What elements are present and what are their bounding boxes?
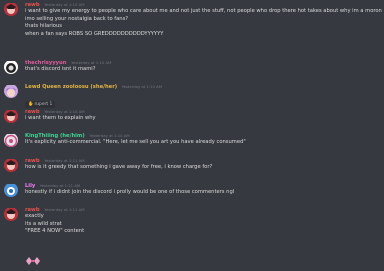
message-text: thats hilarious bbox=[25, 23, 62, 30]
reaction-label: rupert bbox=[34, 102, 49, 107]
chat-messages: rawb Yesterday at 1:10 AM i want to give… bbox=[0, 0, 384, 271]
wave-emoji-icon: ✋ bbox=[28, 102, 34, 107]
avatar[interactable] bbox=[4, 183, 18, 197]
timestamp: Yesterday at 1:10 AM bbox=[44, 109, 85, 114]
timestamp: Yesterday at 1:11 AM bbox=[44, 207, 85, 212]
message-text: when a fan says ROBS SO GREDDDDDDDDDDYYY… bbox=[25, 30, 164, 37]
message-text: exactly bbox=[25, 213, 44, 219]
reaction-button[interactable]: ✋rupert 1 bbox=[25, 101, 56, 108]
message-text: its a wild strat bbox=[25, 220, 62, 227]
message-text: honestly if i didnt join the discord i p… bbox=[25, 189, 235, 195]
avatar[interactable] bbox=[4, 84, 18, 98]
message-text: "FREE 4 NOW" content bbox=[25, 228, 85, 235]
avatar[interactable] bbox=[4, 133, 18, 147]
timestamp: Yesterday at 1:11 AM bbox=[44, 158, 85, 163]
avatar[interactable] bbox=[4, 158, 18, 172]
message-text: i want them to explain why bbox=[25, 115, 96, 121]
reaction-count: 1 bbox=[49, 102, 53, 107]
avatar[interactable] bbox=[4, 2, 18, 16]
avatar[interactable] bbox=[4, 109, 18, 123]
timestamp: Yesterday at 1:10 AM bbox=[121, 84, 163, 89]
message-text: that's discord isnt it mami? bbox=[25, 66, 96, 72]
message-text: how is it greedy that something i gave a… bbox=[25, 164, 213, 170]
message-text: i want to give my energy to people who c… bbox=[25, 8, 382, 14]
timestamp: Yesterday at 1:10 AM bbox=[44, 2, 85, 7]
avatar[interactable] bbox=[4, 60, 18, 74]
timestamp: Yesterday at 1:10 AM bbox=[71, 60, 112, 65]
message-text: imo selling your nostalgia back to fans? bbox=[25, 15, 129, 22]
timestamp: Yesterday at 1:10 AM bbox=[89, 133, 130, 138]
custom-emoji-image bbox=[25, 252, 41, 265]
timestamp: Yesterday at 1:11 AM bbox=[39, 183, 81, 188]
author-name[interactable]: Lewd Queen zooloosu (she/her) bbox=[25, 84, 117, 90]
avatar[interactable] bbox=[4, 207, 18, 221]
message-text: It's explicity anti-commercial. "Here, l… bbox=[25, 139, 246, 145]
